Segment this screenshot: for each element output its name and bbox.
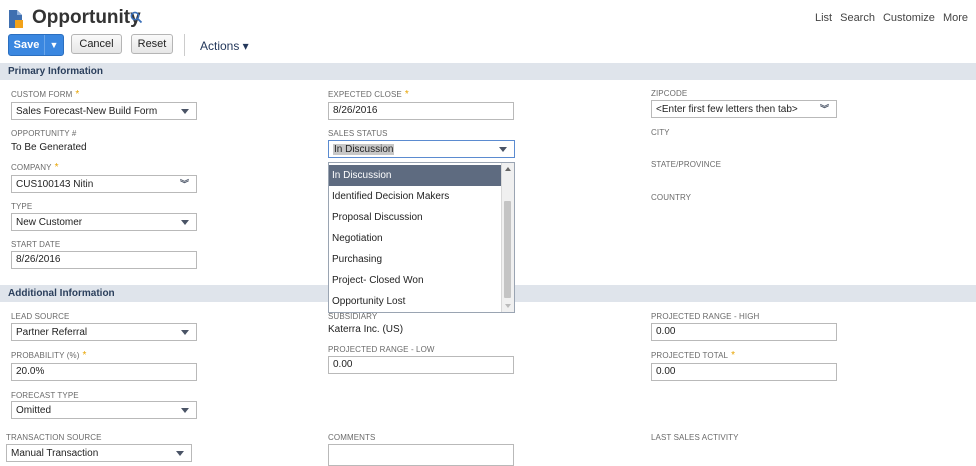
dropdown-option[interactable]: Opportunity Lost xyxy=(329,291,501,312)
city-label: CITY xyxy=(651,128,670,137)
required-marker: * xyxy=(75,89,80,100)
lead-source-value: Partner Referral xyxy=(16,326,88,338)
state-province-label: STATE/PROVINCE xyxy=(651,160,722,169)
transaction-source-label: TRANSACTION SOURCE xyxy=(6,433,102,442)
double-chevron-down-icon[interactable]: ︾ xyxy=(820,104,829,114)
forecast-type-label: FORECAST TYPE xyxy=(11,391,79,400)
sales-status-label: SALES STATUS xyxy=(328,129,388,138)
probability-label: PROBABILITY (%) * xyxy=(11,350,87,361)
expected-close-input[interactable]: 8/26/2016 xyxy=(328,102,514,120)
chevron-down-icon xyxy=(181,407,189,413)
search-link[interactable]: Search xyxy=(840,12,875,24)
sales-status-value: In Discussion xyxy=(333,143,395,155)
save-button[interactable]: Save ▼ xyxy=(8,34,64,56)
company-field[interactable]: CUS100143 Nitin ︾ xyxy=(11,175,197,193)
projected-range-low-input[interactable]: 0.00 xyxy=(328,356,514,374)
scroll-up-arrow-icon[interactable] xyxy=(505,167,511,171)
forecast-type-select[interactable]: Omitted xyxy=(11,401,197,419)
sales-status-dropdown-list: In Discussion Identified Decision Makers… xyxy=(328,162,515,313)
required-marker: * xyxy=(82,350,87,361)
company-value: CUS100143 Nitin xyxy=(16,178,94,190)
zipcode-placeholder: <Enter first few letters then tab> xyxy=(656,103,798,115)
chevron-down-icon xyxy=(181,108,189,114)
type-value: New Customer xyxy=(16,216,83,228)
cancel-button[interactable]: Cancel xyxy=(71,34,122,54)
projected-total-input[interactable]: 0.00 xyxy=(651,363,837,381)
dropdown-option[interactable]: In Discussion xyxy=(329,165,501,186)
forecast-type-value: Omitted xyxy=(16,404,52,416)
double-chevron-down-icon[interactable]: ︾ xyxy=(180,179,189,189)
start-date-input[interactable]: 8/26/2016 xyxy=(11,251,197,269)
type-select[interactable]: New Customer xyxy=(11,213,197,231)
opportunity-number-label: OPPORTUNITY # xyxy=(11,129,77,138)
chevron-down-icon xyxy=(181,329,189,335)
dropdown-option[interactable]: Proposal Discussion xyxy=(329,207,501,228)
save-button-label: Save xyxy=(13,39,40,51)
dropdown-option[interactable]: Negotiation xyxy=(329,228,501,249)
start-date-label: START DATE xyxy=(11,240,61,249)
dropdown-scrollbar[interactable] xyxy=(501,163,514,312)
chevron-down-icon xyxy=(176,450,184,456)
chevron-down-icon xyxy=(499,146,507,152)
toolbar-divider xyxy=(184,34,185,56)
expected-close-label: EXPECTED CLOSE * xyxy=(328,89,409,100)
dropdown-option[interactable]: Identified Decision Makers xyxy=(329,186,501,207)
projected-range-high-label: PROJECTED RANGE - HIGH xyxy=(651,312,760,321)
custom-form-label: CUSTOM FORM * xyxy=(11,89,80,100)
zipcode-label: ZIPCODE xyxy=(651,89,688,98)
search-icon[interactable] xyxy=(130,11,143,24)
customize-link[interactable]: Customize xyxy=(883,12,935,24)
subsidiary-value: Katerra Inc. (US) xyxy=(328,324,404,335)
list-link[interactable]: List xyxy=(815,12,832,24)
comments-textarea[interactable] xyxy=(328,444,514,466)
dropdown-option[interactable]: Purchasing xyxy=(329,249,501,270)
lead-source-label: LEAD SOURCE xyxy=(11,312,70,321)
save-menu-arrow[interactable]: ▼ xyxy=(44,35,63,55)
required-marker: * xyxy=(731,350,736,361)
transaction-source-select[interactable]: Manual Transaction xyxy=(6,444,192,462)
sales-status-select[interactable]: In Discussion xyxy=(328,140,515,158)
opportunity-record-icon xyxy=(8,9,24,29)
last-sales-activity-label: LAST SALES ACTIVITY xyxy=(651,433,739,442)
actions-menu[interactable]: Actions ▾ xyxy=(200,39,249,53)
dropdown-option[interactable]: Project- Closed Won xyxy=(329,270,501,291)
country-label: COUNTRY xyxy=(651,193,692,202)
more-link[interactable]: More xyxy=(943,12,968,24)
custom-form-value: Sales Forecast-New Build Form xyxy=(16,105,158,117)
projected-range-low-label: PROJECTED RANGE - LOW xyxy=(328,345,435,354)
reset-button[interactable]: Reset xyxy=(131,34,173,54)
type-label: TYPE xyxy=(11,202,33,211)
lead-source-select[interactable]: Partner Referral xyxy=(11,323,197,341)
probability-input[interactable]: 20.0% xyxy=(11,363,197,381)
comments-label: COMMENTS xyxy=(328,433,376,442)
scrollbar-thumb[interactable] xyxy=(504,201,511,298)
transaction-source-value: Manual Transaction xyxy=(11,447,99,459)
subsidiary-label: SUBSIDIARY xyxy=(328,312,378,321)
required-marker: * xyxy=(54,162,59,173)
company-label: COMPANY * xyxy=(11,162,59,173)
projected-range-high-input[interactable]: 0.00 xyxy=(651,323,837,341)
section-primary-information: Primary Information xyxy=(0,63,976,80)
zipcode-field[interactable]: <Enter first few letters then tab> ︾ xyxy=(651,100,837,118)
custom-form-select[interactable]: Sales Forecast-New Build Form xyxy=(11,102,197,120)
opportunity-number-value: To Be Generated xyxy=(11,142,87,153)
chevron-down-icon xyxy=(181,219,189,225)
page-title: Opportunity xyxy=(32,7,141,28)
top-links: List Search Customize More xyxy=(815,12,968,24)
scroll-down-arrow-icon[interactable] xyxy=(505,304,511,308)
required-marker: * xyxy=(404,89,409,100)
projected-total-label: PROJECTED TOTAL * xyxy=(651,350,736,361)
